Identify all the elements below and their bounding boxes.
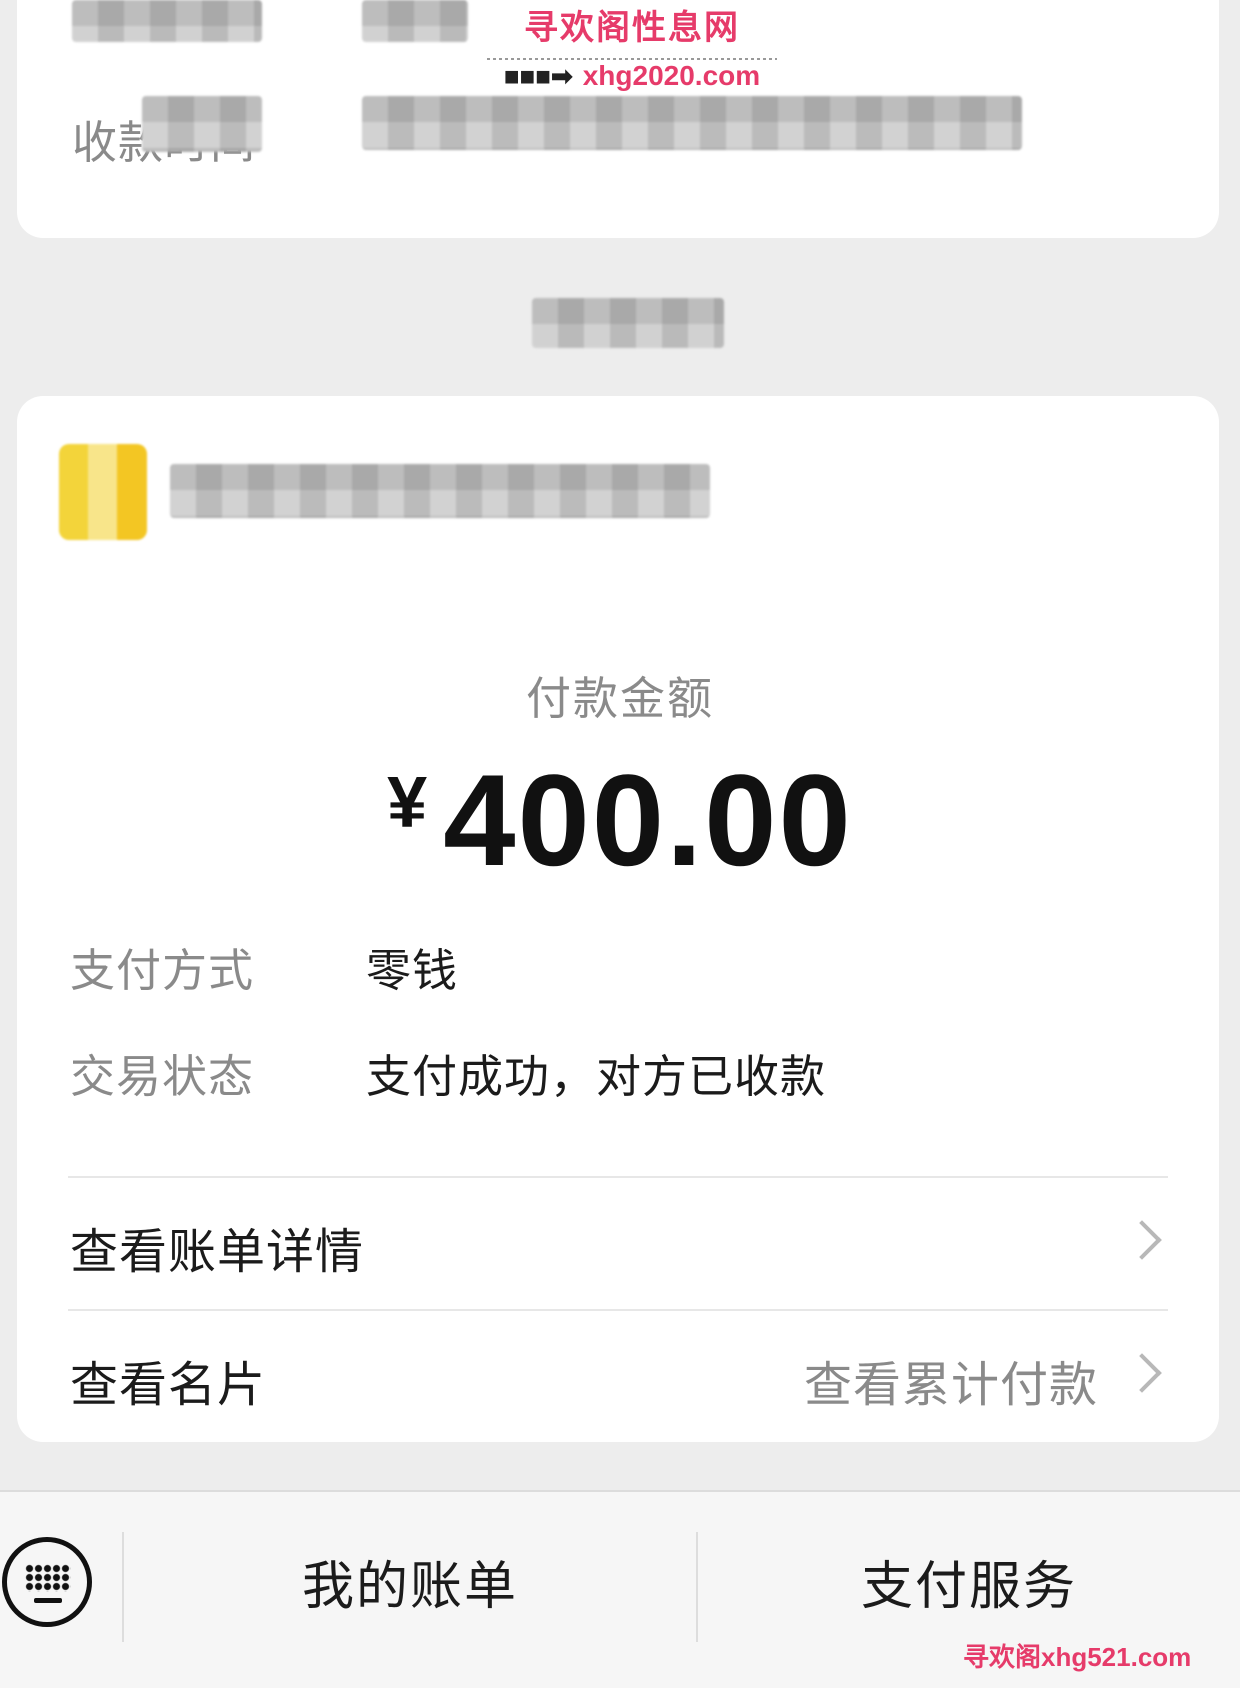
blurred-value: [362, 0, 468, 42]
merchant-avatar: [59, 444, 147, 540]
blurred-receive-time: [362, 96, 1022, 150]
bill-detail-label: 查看账单详情: [70, 1224, 365, 1280]
keyboard-keys: [25, 1564, 71, 1592]
watermark-divider: [487, 58, 777, 60]
watermark-bottom: 寻欢阁xhg521.com: [963, 1642, 1192, 1672]
payment-method-label: 支付方式: [70, 944, 255, 997]
watermark-url-line: ■■■➡ xhg2020.com: [487, 56, 777, 96]
keyboard-icon[interactable]: [2, 1537, 92, 1627]
transaction-status-label: 交易状态: [70, 1050, 255, 1103]
blurred-label: [72, 0, 262, 42]
keyboard-spacebar: [34, 1598, 62, 1603]
chevron-right-icon: [1122, 1353, 1162, 1393]
blurred-label-overlay: [142, 96, 262, 152]
arrow-right-icon: ■■■➡: [503, 61, 573, 91]
chevron-right-icon: [1122, 1220, 1162, 1260]
watermark-top: 寻欢阁性息网 ■■■➡ xhg2020.com: [487, 0, 777, 96]
watermark-url: xhg2020.com: [582, 60, 761, 91]
pay-service-button[interactable]: 支付服务: [698, 1532, 1240, 1642]
divider: [68, 1176, 1168, 1178]
amount-value: 400.00: [443, 747, 853, 893]
bill-detail-row[interactable]: 查看账单详情: [68, 1190, 1168, 1300]
watermark-site-name: 寻欢阁性息网: [524, 8, 740, 48]
blurred-merchant-name: [170, 464, 710, 518]
business-card-label: 查看名片: [70, 1357, 267, 1413]
divider: [68, 1309, 1168, 1311]
blurred-section-title: [532, 298, 724, 348]
transaction-status-value: 支付成功，对方已收款: [366, 1050, 827, 1103]
business-card-row[interactable]: 查看名片 查看累计付款: [68, 1323, 1168, 1433]
cumulative-payment-link[interactable]: 查看累计付款: [804, 1345, 1098, 1415]
my-bills-button[interactable]: 我的账单: [124, 1532, 696, 1642]
payment-method-value: 零钱: [366, 944, 459, 997]
amount-title: 付款金额: [525, 672, 714, 725]
payment-amount: ¥400.00: [0, 745, 1240, 895]
currency-symbol: ¥: [387, 763, 428, 843]
